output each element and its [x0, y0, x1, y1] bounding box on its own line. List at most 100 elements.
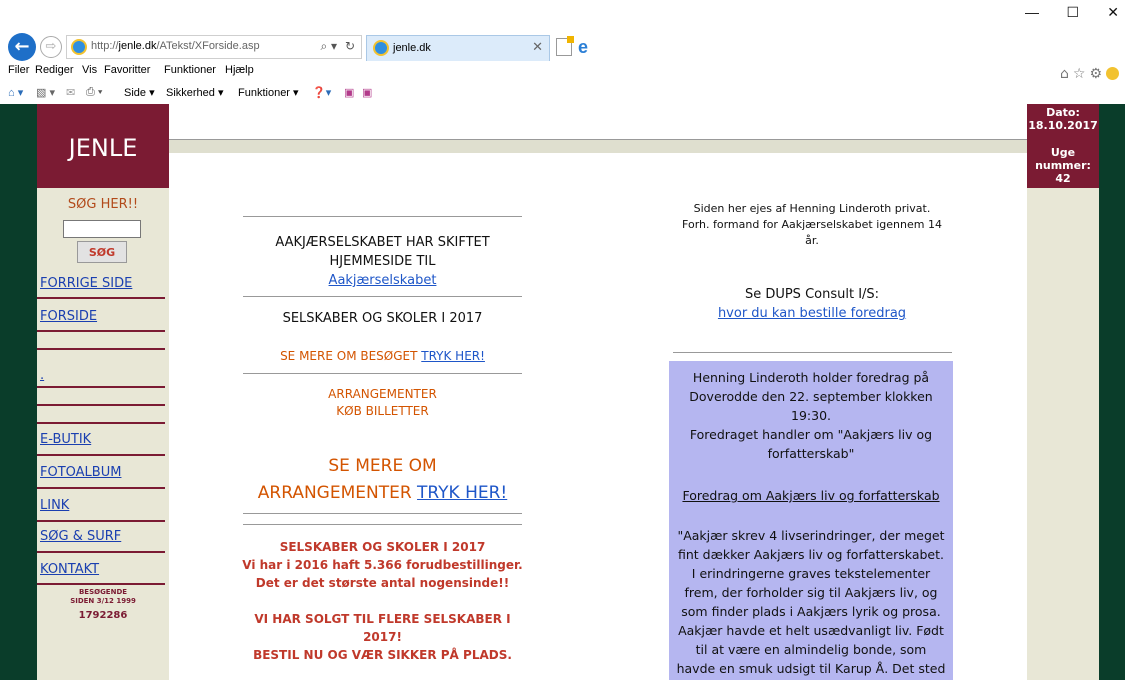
sidebar-divider [37, 297, 165, 299]
week-value: 42 [1055, 172, 1071, 185]
help-icon[interactable]: ❓▾ [312, 86, 331, 99]
owner-line2: Forh. formand for Aakjærselskabet igenne… [682, 218, 942, 231]
date-value: 18.10.2017 [1028, 119, 1098, 132]
menu-hjaelp[interactable]: Hjælp [225, 64, 254, 76]
ie-page-icon [71, 39, 87, 55]
minimize-button[interactable]: — [1025, 4, 1039, 20]
promo-line4: VI HAR SOLGT TIL FLERE SELSKABER I [254, 612, 511, 626]
menu-rediger[interactable]: Rediger [35, 64, 74, 76]
sidebar-divider [37, 454, 165, 456]
addon-icon-2[interactable]: ▣ [362, 86, 372, 99]
sidebar-item-fotoalbum[interactable]: FOTOALBUM [40, 465, 121, 480]
promo-line6: BESTIL NU OG VÆR SIKKER PÅ PLADS. [253, 648, 512, 662]
notice-line1: Henning Linderoth holder foredrag på [692, 370, 930, 385]
navigation-bar: ← ⇨ http://jenle.dk/ATekst/XForside.asp … [0, 30, 1125, 82]
address-url[interactable]: http://jenle.dk/ATekst/XForside.asp [91, 40, 260, 52]
sidebar-divider [37, 551, 165, 553]
visit-more-link[interactable]: TRYK HER! [421, 349, 485, 363]
more-events-line1: SE MERE OM [328, 456, 437, 476]
home-cmd-icon[interactable]: ⌂ ▾ [8, 86, 23, 99]
sidebar-divider [37, 348, 165, 350]
aakjaerselskabet-link[interactable]: Aakjærselskabet [243, 271, 522, 290]
sidebar-item-e-butik[interactable]: E-BUTIK [40, 432, 91, 447]
sidebar-divider [37, 520, 165, 522]
forward-icon[interactable]: ⇨ [40, 36, 62, 58]
browser-chrome: — ☐ ✕ ← ⇨ http://jenle.dk/ATekst/XForsid… [0, 0, 1125, 104]
more-events: SE MERE OM ARRANGEMENTER TRYK HER! [233, 453, 532, 507]
dups-link[interactable]: hvor du kan bestille foredrag [665, 304, 959, 323]
left-sidebar: JENLE SØG HER!! SØG FORRIGE SIDE FORSIDE… [37, 104, 169, 680]
feeds-icon[interactable]: ▧ ▾ [36, 86, 55, 99]
sidebar-item-forside[interactable]: FORSIDE [40, 309, 97, 324]
quote-line8: havde en smuk udsigt til Karup Å. Det st… [676, 661, 946, 676]
browser-tab[interactable]: jenle.dk ✕ [366, 35, 550, 61]
menu-bar: Filer Rediger Vis Favoritter Funktioner … [0, 62, 1125, 80]
quote-line1: "Aakjær skrev 4 livserindringer, der meg… [677, 528, 945, 543]
sidebar-divider [37, 404, 165, 406]
ie-tab-icon [373, 40, 389, 56]
divider [243, 373, 522, 374]
refresh-icon[interactable]: ↻ [345, 39, 355, 53]
cmd-sikkerhed[interactable]: Sikkerhed ▾ [166, 86, 224, 99]
owner-line1: Siden her ejes af Henning Linderoth priv… [693, 202, 931, 215]
notice-line3: 19:30. [791, 408, 831, 423]
edge-icon[interactable]: e [578, 37, 588, 58]
notice-line4: Foredraget handler om "Aakjærs liv og [689, 427, 933, 442]
owner-text: Siden her ejes af Henning Linderoth priv… [665, 201, 959, 249]
sidebar-item-kontakt[interactable]: KONTAKT [40, 562, 99, 577]
quote-line3: I erindringerne graves tekstelementer [691, 566, 931, 581]
divider [243, 296, 522, 297]
addon-icon-1[interactable]: ▣ [344, 86, 354, 99]
tab-title: jenle.dk [393, 42, 431, 54]
visitor-count: 1792286 [78, 610, 128, 621]
lecture-link[interactable]: Foredrag om Aakjærs liv og forfatterskab [669, 486, 953, 505]
search-input[interactable] [63, 220, 141, 238]
print-icon[interactable]: ⎙ ▾ [86, 86, 102, 99]
close-window-button[interactable]: ✕ [1107, 4, 1119, 21]
sidebar-divider [37, 487, 165, 489]
week-label-1: Uge [1050, 146, 1076, 159]
cmd-side[interactable]: Side ▾ [124, 86, 155, 99]
site-logo: JENLE [68, 134, 138, 162]
groups-title: SELSKABER OG SKOLER I 2017 [282, 311, 483, 326]
mail-icon[interactable]: ✉ [66, 86, 75, 99]
menu-funktioner[interactable]: Funktioner [164, 64, 216, 76]
header-band [169, 139, 1027, 153]
more-events-link[interactable]: TRYK HER! [417, 483, 507, 503]
sidebar-item-dot[interactable]: . [40, 368, 44, 383]
address-bar[interactable]: http://jenle.dk/ATekst/XForside.asp ⌕ ▾ … [66, 35, 362, 59]
moved-line1: AAKJÆRSELSKABET HAR SKIFTET [275, 235, 490, 250]
quote-line6: Aakjær havde et helt usædvanligt liv. Fø… [678, 623, 944, 638]
menu-vis[interactable]: Vis [82, 64, 97, 76]
moved-line2: HJEMMESIDE TIL [329, 254, 436, 269]
search-icon[interactable]: ⌕ ▾ [320, 39, 337, 54]
close-tab-icon[interactable]: ✕ [532, 40, 543, 55]
visitor-label-line2: SIDEN 3/12 1999 [70, 597, 136, 605]
divider [243, 216, 522, 217]
menu-favoritter[interactable]: Favoritter [104, 64, 150, 76]
sidebar-item-forrige-side[interactable]: FORRIGE SIDE [40, 276, 132, 291]
right-sidebar: Dato: 18.10.2017 Uge nummer: 42 [1027, 104, 1099, 680]
visitor-label: BESØGENDE SIDEN 3/12 1999 [37, 588, 169, 606]
quote-line2: fint dækker Aakjærs liv og forfatterskab… [678, 547, 944, 562]
visit-more-text: SE MERE OM BESØGET [280, 349, 422, 363]
sidebar-divider [37, 386, 165, 388]
command-bar: ⌂ ▾ ▧ ▾ ✉ ⎙ ▾ Side ▾ Sikkerhed ▾ Funktio… [0, 82, 1125, 102]
sidebar-item-link[interactable]: LINK [40, 498, 69, 513]
search-title: SØG HER!! [67, 197, 139, 212]
menu-filer[interactable]: Filer [8, 64, 29, 76]
notice-line2: Doverodde den 22. september klokken [689, 389, 933, 404]
search-button[interactable]: SØG [77, 241, 127, 263]
events-line2: KØB BILLETTER [336, 404, 429, 418]
new-tab-icon[interactable] [556, 36, 574, 56]
maximize-button[interactable]: ☐ [1066, 4, 1079, 21]
week-label-2: nummer: [1035, 159, 1091, 172]
back-icon[interactable]: ← [8, 33, 36, 61]
divider [243, 524, 522, 525]
events-text[interactable]: ARRANGEMENTER KØB BILLETTER [243, 386, 522, 420]
visitor-label-line1: BESØGENDE [78, 588, 128, 596]
sidebar-item-sog-surf[interactable]: SØG & SURF [40, 529, 121, 544]
dups-block: Se DUPS Consult I/S: hvor du kan bestill… [665, 285, 959, 323]
cmd-funktioner[interactable]: Funktioner ▾ [238, 86, 299, 99]
notice-line5: forfatterskab" [767, 446, 855, 461]
